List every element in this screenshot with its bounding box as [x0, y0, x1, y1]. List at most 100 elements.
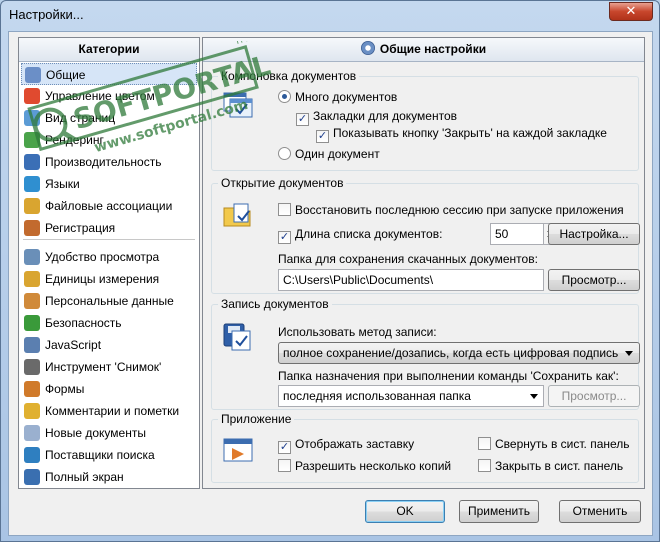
- sidebar-item-label: Языки: [45, 177, 80, 191]
- close-button-label: Показывать кнопку 'Закрыть' на каждой за…: [333, 126, 607, 140]
- restore-session-checkbox[interactable]: Восстановить последнюю сессию при запуск…: [278, 203, 624, 217]
- sidebar-item[interactable]: JavaScript: [21, 334, 197, 356]
- comments-icon: [24, 403, 40, 419]
- sidebar-item[interactable]: Регистрация: [21, 217, 197, 239]
- cancel-button[interactable]: Отменить: [559, 500, 641, 523]
- sidebar-item[interactable]: Вид страниц: [21, 107, 197, 129]
- ok-button[interactable]: OK: [365, 500, 445, 523]
- download-folder-label: Папка для сохранения скачанных документо…: [278, 252, 538, 266]
- chevron-down-icon: [530, 394, 538, 399]
- categories-panel: Категории Общие Управление цветом Вид стра…: [18, 37, 200, 489]
- multiple-instances-checkbox[interactable]: Разрешить несколько копий: [278, 459, 451, 473]
- minimize-tray-checkbox[interactable]: Свернуть в сист. панель: [478, 437, 630, 451]
- ruler-icon: [24, 271, 40, 287]
- app-group-title: Приложение: [218, 412, 295, 426]
- sidebar-item-label: Инструмент 'Снимок': [45, 360, 162, 374]
- sidebar-item-label: Регистрация: [45, 221, 116, 235]
- sidebar-item[interactable]: Формы: [21, 378, 197, 400]
- sidebar-item-label: Вид страниц: [45, 111, 116, 125]
- save-as-browse-button[interactable]: Просмотр...: [548, 385, 640, 407]
- sidebar-item-label: Управление цветом: [45, 89, 155, 103]
- multi-docs-radio[interactable]: Много документов: [278, 90, 397, 104]
- sidebar-item-label: Безопасность: [45, 316, 122, 330]
- open-group-title: Открытие документов: [218, 176, 347, 190]
- sidebar-item-label: Формы: [45, 382, 85, 396]
- sidebar-item-label: Производительность: [45, 155, 162, 169]
- title-bar[interactable]: Настройки... ✕: [1, 1, 659, 31]
- checkbox-indicator: ✓: [296, 113, 309, 126]
- single-doc-radio[interactable]: Один документ: [278, 147, 380, 161]
- list-length-input[interactable]: 50: [490, 223, 544, 245]
- multi-docs-label: Много документов: [295, 90, 398, 104]
- page-view-icon: [24, 110, 40, 126]
- restore-session-label: Восстановить последнюю сессию при запуск…: [295, 203, 624, 217]
- registration-icon: [24, 220, 40, 236]
- sidebar-item[interactable]: Инструмент 'Снимок': [21, 356, 197, 378]
- user-icon: [24, 293, 40, 309]
- sidebar-item[interactable]: Рендеринг: [21, 129, 197, 151]
- app-group: Приложение ✓ Отображать заставку Разрешит…: [211, 412, 639, 483]
- camera-icon: [24, 359, 40, 375]
- sidebar-item-label: Комментарии и пометки: [45, 404, 180, 418]
- performance-icon: [24, 154, 40, 170]
- sidebar-item-label: Рендеринг: [45, 133, 104, 147]
- open-folder-icon: [223, 203, 251, 227]
- sidebar-item-label: Поставщики поиска: [45, 448, 155, 462]
- save-method-dropdown[interactable]: полное сохранение/дозапись, когда есть ц…: [278, 342, 640, 364]
- sidebar-item[interactable]: Языки: [21, 173, 197, 195]
- save-as-label: Папка назначения при выполнении команды …: [278, 369, 619, 383]
- save-group: Запись документов Использовать метод зап…: [211, 297, 640, 410]
- splash-label: Отображать заставку: [295, 437, 415, 451]
- chevron-down-icon: [625, 351, 633, 356]
- close-button[interactable]: ✕: [609, 2, 653, 21]
- dialog-body: Категории Общие Управление цветом Вид стра…: [8, 31, 653, 536]
- close-tray-checkbox[interactable]: Закрыть в сист. панель: [478, 459, 623, 473]
- sidebar-item[interactable]: Удобство просмотра: [21, 246, 197, 268]
- save-method-value: полное сохранение/дозапись, когда есть ц…: [283, 346, 619, 360]
- fullscreen-icon: [24, 469, 40, 485]
- general-settings-title: Общие настройки: [379, 42, 487, 56]
- categories-header: Категории: [19, 38, 199, 62]
- multiple-instances-label: Разрешить несколько копий: [295, 459, 452, 473]
- sidebar-item[interactable]: Управление цветом: [21, 85, 197, 107]
- application-icon: [223, 438, 253, 462]
- sidebar-item[interactable]: Поставщики поиска: [21, 444, 197, 466]
- download-folder-input[interactable]: C:\Users\Public\Documents\: [278, 269, 544, 291]
- sidebar-item[interactable]: Единицы измерения: [21, 268, 197, 290]
- list-settings-button[interactable]: Настройка...: [548, 223, 640, 245]
- sidebar-item[interactable]: Полный экран: [21, 466, 197, 488]
- open-group: Открытие документов Восстановить последн…: [211, 176, 640, 294]
- checkbox-indicator: [278, 459, 291, 472]
- splash-checkbox[interactable]: ✓ Отображать заставку: [278, 437, 414, 454]
- sidebar-item-label: JavaScript: [45, 338, 102, 352]
- checkbox-indicator: [478, 459, 491, 472]
- sidebar-item[interactable]: Безопасность: [21, 312, 197, 334]
- checkbox-indicator: [278, 203, 291, 216]
- general-settings-panel: Общие настройки Компоновка документов Мн…: [202, 37, 645, 489]
- download-browse-button[interactable]: Просмотр...: [548, 269, 640, 291]
- sidebar-item[interactable]: Производительность: [21, 151, 197, 173]
- sidebar-item[interactable]: Персональные данные: [21, 290, 197, 312]
- apply-button[interactable]: Применить: [459, 500, 539, 523]
- single-doc-label: Один документ: [295, 147, 380, 161]
- sidebar-item[interactable]: Новые документы: [21, 422, 197, 444]
- sidebar-item-label: Файловые ассоциации: [45, 199, 173, 213]
- sidebar-item[interactable]: Комментарии и пометки: [21, 400, 197, 422]
- list-length-checkbox[interactable]: ✓ Длина списка документов:: [278, 227, 442, 244]
- compose-group: Компоновка документов Много документов ✓…: [211, 69, 639, 171]
- close-button-checkbox[interactable]: ✓ Показывать кнопку 'Закрыть' на каждой з…: [316, 126, 607, 143]
- sidebar-item[interactable]: Файловые ассоциации: [21, 195, 197, 217]
- gear-icon: [25, 67, 41, 83]
- save-as-dropdown[interactable]: последняя использованная папка: [278, 385, 544, 407]
- checkbox-indicator: ✓: [278, 441, 291, 454]
- tabs-checkbox[interactable]: ✓ Закладки для документов: [296, 109, 457, 126]
- close-tray-label: Закрыть в сист. панель: [495, 459, 624, 473]
- checkbox-indicator: ✓: [278, 231, 291, 244]
- radio-indicator: [278, 90, 291, 103]
- checkbox-indicator: [478, 437, 491, 450]
- sidebar-item[interactable]: Общие: [21, 63, 197, 85]
- radio-indicator: [278, 147, 291, 160]
- rendering-icon: [24, 132, 40, 148]
- window-title: Настройки...: [9, 7, 84, 22]
- windows-layout-icon: [223, 92, 253, 118]
